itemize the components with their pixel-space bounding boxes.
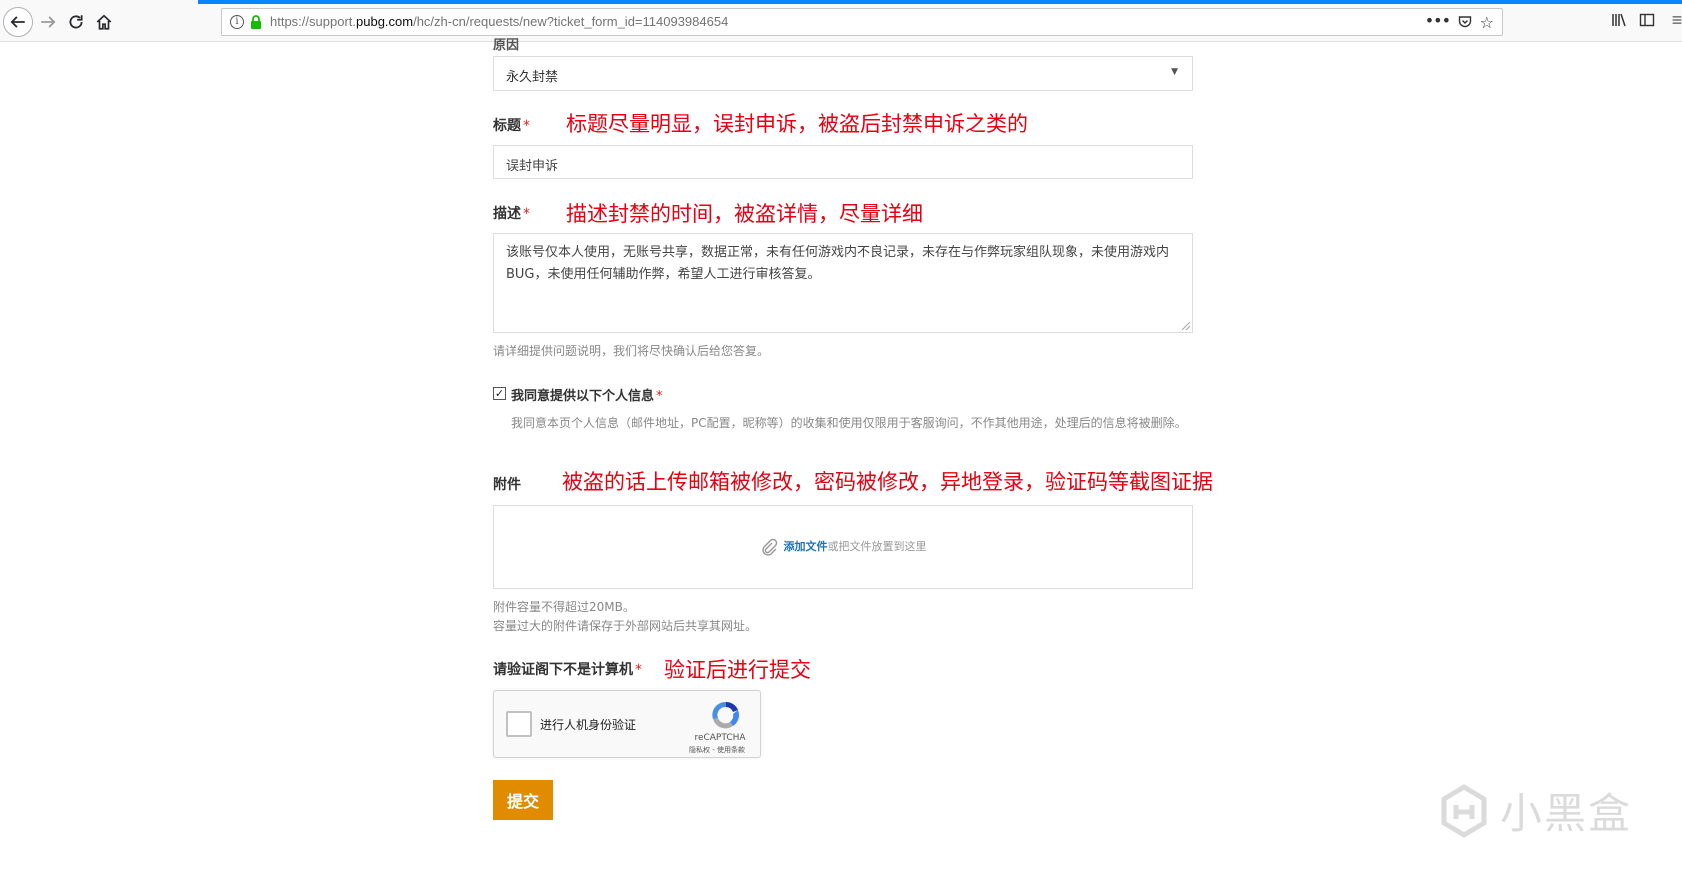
watermark: 小黑盒 [1436, 780, 1632, 841]
page-load-progress [198, 0, 1682, 4]
description-textarea[interactable]: 该账号仅本人使用，无账号共享，数据正常，未有任何游戏内不良记录，未存在与作弊玩家… [493, 233, 1193, 333]
required-mark: * [635, 662, 642, 678]
ban-type-value: 永久封禁 [506, 70, 559, 85]
consent-checkbox[interactable]: ✓ [493, 387, 506, 400]
watermark-text: 小黑盒 [1500, 789, 1633, 838]
info-icon[interactable]: i [230, 15, 244, 29]
menu-icon[interactable] [1672, 13, 1682, 27]
recaptcha-checkbox[interactable] [506, 711, 532, 737]
ban-type-select[interactable]: 永久封禁 ▼ [493, 56, 1193, 91]
attachment-annotation: 被盗的话上传邮箱被修改，密码被修改，异地登录，验证码等截图证据 [562, 470, 1213, 494]
chevron-down-icon: ▼ [1171, 67, 1178, 77]
add-file-link[interactable]: 添加文件 [784, 540, 828, 553]
library-icon[interactable] [1611, 12, 1627, 28]
description-label: 描述 * [493, 206, 530, 222]
consent-label: 我同意提供以下个人信息 * [511, 389, 663, 404]
pocket-icon[interactable] [1458, 15, 1472, 29]
sidebar-toggle-icon[interactable] [1639, 12, 1655, 28]
forward-button[interactable] [34, 8, 62, 36]
home-button[interactable] [90, 8, 118, 36]
reload-icon [69, 15, 83, 29]
recaptcha-text: 进行人机身份验证 [540, 718, 637, 732]
attachment-link-hint: 容量过大的附件请保存于外部网站后共享其网址。 [493, 619, 758, 633]
captcha-label: 请验证阁下不是计算机 * [493, 662, 642, 678]
recaptcha-brand: reCAPTCHA [694, 733, 746, 743]
required-mark: * [656, 389, 663, 404]
dropzone-hint: 或把文件放置到这里 [827, 540, 927, 553]
arrow-left-icon [10, 16, 25, 28]
lock-icon [251, 15, 261, 29]
submit-button[interactable]: 提交 [493, 780, 553, 820]
recaptcha-terms-link[interactable]: 隐私权 - 使用条款 [684, 745, 750, 755]
resize-handle[interactable] [1182, 322, 1190, 330]
bookmark-star-icon[interactable]: ☆ [1480, 13, 1494, 32]
recaptcha-logo-icon [712, 701, 740, 729]
watermark-logo-icon [1441, 783, 1487, 838]
attachment-size-hint: 附件容量不得超过20MB。 [493, 600, 635, 614]
title-annotation: 标题尽量明显，误封申诉，被盗后封禁申诉之类的 [566, 112, 1028, 136]
browser-toolbar: i https://support.pubg.com/hc/zh-cn/requ… [0, 0, 1682, 42]
description-hint: 请详细提供问题说明，我们将尽快确认后给您答复。 [493, 344, 770, 358]
consent-detail: 我同意本页个人信息（邮件地址，PC配置，昵称等）的收集和使用仅限用于客服询问，不… [511, 416, 1187, 430]
arrow-right-icon [41, 16, 56, 28]
page-actions-icon[interactable]: ••• [1425, 11, 1451, 30]
description-annotation: 描述封禁的时间，被盗详情，尽量详细 [566, 202, 923, 226]
required-mark: * [523, 206, 530, 222]
attachment-dropzone[interactable]: 添加文件或把文件放置到这里 [493, 505, 1193, 589]
reload-button[interactable] [62, 8, 90, 36]
attachment-label: 附件 [493, 477, 521, 493]
recaptcha-widget: 进行人机身份验证 reCAPTCHA 隐私权 - 使用条款 [493, 690, 761, 758]
title-label: 标题 * [493, 118, 530, 134]
address-bar[interactable]: i https://support.pubg.com/hc/zh-cn/requ… [221, 8, 1503, 36]
title-input[interactable]: 误封申诉 [493, 145, 1193, 179]
paperclip-icon [761, 538, 777, 556]
home-icon [96, 14, 112, 30]
url-text[interactable]: https://support.pubg.com/hc/zh-cn/reques… [270, 14, 728, 29]
captcha-annotation: 验证后进行提交 [664, 658, 811, 682]
ban-type-label: 原因 [493, 38, 520, 53]
required-mark: * [523, 118, 530, 134]
ticket-form-page: 原因 永久封禁 ▼ 标题 * 标题尽量明显，误封申诉，被盗后封禁申诉之类的 误封申… [0, 38, 1682, 883]
back-button[interactable] [3, 7, 33, 37]
